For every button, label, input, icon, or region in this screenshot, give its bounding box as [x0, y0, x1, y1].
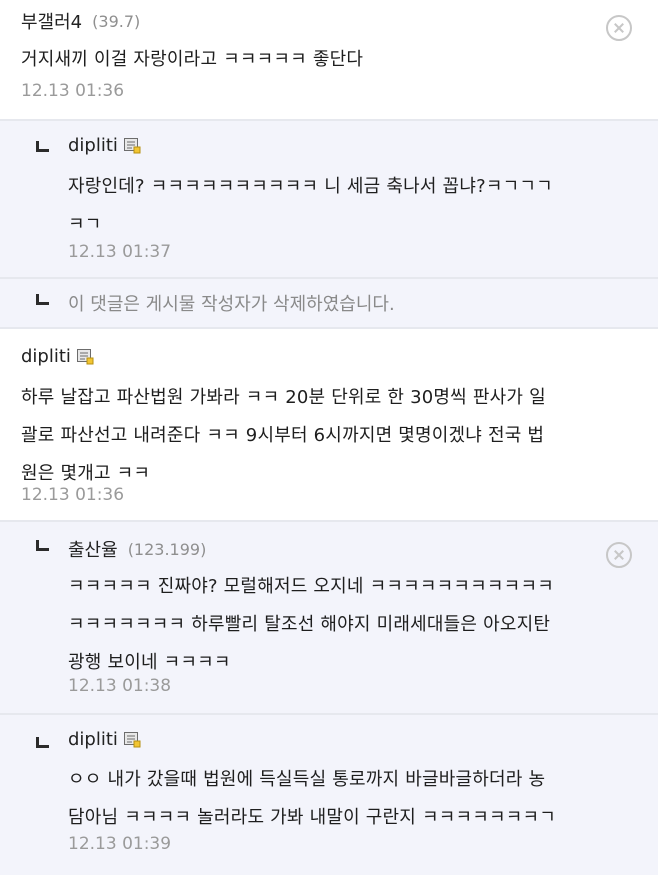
- comment-line: 하루 날잡고 파산법원 가봐라 ㅋㅋ 20분 단위로 한 30명씩 판사가 일: [21, 387, 546, 408]
- comment-line: 괄로 파산선고 내려준다 ㅋㅋ 9시부터 6시까지면 몇명이겠냐 전국 법: [21, 425, 545, 446]
- comment-time: 12.13 01:37: [68, 242, 172, 262]
- author-ip: (123.199): [127, 539, 207, 559]
- reply-arrow-icon: [36, 141, 49, 152]
- comment-time: 12.13 01:39: [68, 834, 172, 854]
- comment-time: 12.13 01:36: [21, 81, 125, 101]
- comment-time: 12.13 01:38: [68, 676, 172, 696]
- reply-item: dipliti ㅇㅇ 내가 갔을때 법원에 득실득실 통로까지 바글바글하더라 …: [0, 715, 658, 875]
- comment-header: 출산율 (123.199): [68, 536, 206, 562]
- deleted-notice: 이 댓글은 게시물 작성자가 삭제하였습니다.: [68, 294, 395, 315]
- author-name[interactable]: dipliti: [68, 729, 118, 750]
- comment-header: dipliti: [68, 135, 141, 156]
- reply-arrow-icon: [36, 540, 49, 551]
- comment-text: ㅇㅇ 내가 갔을때 법원에 득실득실 통로까지 바글바글하더라 농 담아님 ㅋㅋ…: [68, 761, 556, 837]
- comment-line: ㅋㄱ: [68, 214, 102, 235]
- author-name[interactable]: 출산율: [68, 536, 118, 562]
- close-icon[interactable]: [606, 15, 632, 41]
- comment-line: 자랑인데? ㅋㅋㅋㅋㅋㅋㅋㅋㅋㅋ 니 세금 축나서 꼽냐?ㅋㄱㄱㄱ: [68, 176, 553, 197]
- comment-text: 하루 날잡고 파산법원 가봐라 ㅋㅋ 20분 단위로 한 30명씩 판사가 일 …: [21, 379, 546, 493]
- memo-icon: [123, 731, 141, 748]
- deleted-reply-item: 이 댓글은 게시물 작성자가 삭제하였습니다.: [0, 279, 658, 329]
- comment-line: ㅋㅋㅋㅋㅋㅋㅋ 하루빨리 탈조선 해야지 미래세대들은 아오지탄: [68, 614, 551, 635]
- comment-line: ㅋㅋㅋㅋㅋ 진짜야? 모럴해저드 오지네 ㅋㅋㅋㅋㅋㅋㅋㅋㅋㅋㅋ: [68, 576, 554, 597]
- comment-text: ㅋㅋㅋㅋㅋ 진짜야? 모럴해저드 오지네 ㅋㅋㅋㅋㅋㅋㅋㅋㅋㅋㅋ ㅋㅋㅋㅋㅋㅋㅋ…: [68, 568, 554, 682]
- comment-header: dipliti: [68, 729, 141, 750]
- comment-time: 12.13 01:36: [21, 485, 125, 505]
- close-icon[interactable]: [606, 542, 632, 568]
- author-ip: (39.7): [92, 11, 141, 31]
- author-name[interactable]: dipliti: [68, 135, 118, 156]
- reply-item: 출산율 (123.199) ㅋㅋㅋㅋㅋ 진짜야? 모럴해저드 오지네 ㅋㅋㅋㅋㅋ…: [0, 522, 658, 715]
- comment-text: 거지새끼 이걸 자랑이라고 ㅋㅋㅋㅋㅋ 좋단다: [21, 49, 364, 70]
- comment-line: ㅇㅇ 내가 갔을때 법원에 득실득실 통로까지 바글바글하더라 농: [68, 769, 546, 790]
- comment-item: dipliti 하루 날잡고 파산법원 가봐라 ㅋㅋ 20분 단위로 한 30명…: [0, 329, 658, 522]
- author-name[interactable]: 부갤러4: [21, 8, 82, 34]
- comment-header: 부갤러4 (39.7): [21, 8, 140, 34]
- reply-arrow-icon: [36, 294, 49, 305]
- memo-icon: [76, 348, 94, 365]
- reply-arrow-icon: [36, 737, 49, 748]
- author-name[interactable]: dipliti: [21, 346, 71, 367]
- comment-item: 부갤러4 (39.7) 거지새끼 이걸 자랑이라고 ㅋㅋㅋㅋㅋ 좋단다 12.1…: [0, 0, 658, 121]
- comment-header: dipliti: [21, 346, 94, 367]
- reply-item: dipliti 자랑인데? ㅋㅋㅋㅋㅋㅋㅋㅋㅋㅋ 니 세금 축나서 꼽냐?ㅋㄱㄱ…: [0, 121, 658, 279]
- memo-icon: [123, 137, 141, 154]
- comment-line: 담아님 ㅋㅋㅋㅋ 놀러라도 가봐 내말이 구란지 ㅋㅋㅋㅋㅋㅋㅋㄱ: [68, 807, 557, 828]
- comment-text: 자랑인데? ㅋㅋㅋㅋㅋㅋㅋㅋㅋㅋ 니 세금 축나서 꼽냐?ㅋㄱㄱㄱ ㅋㄱ: [68, 168, 553, 244]
